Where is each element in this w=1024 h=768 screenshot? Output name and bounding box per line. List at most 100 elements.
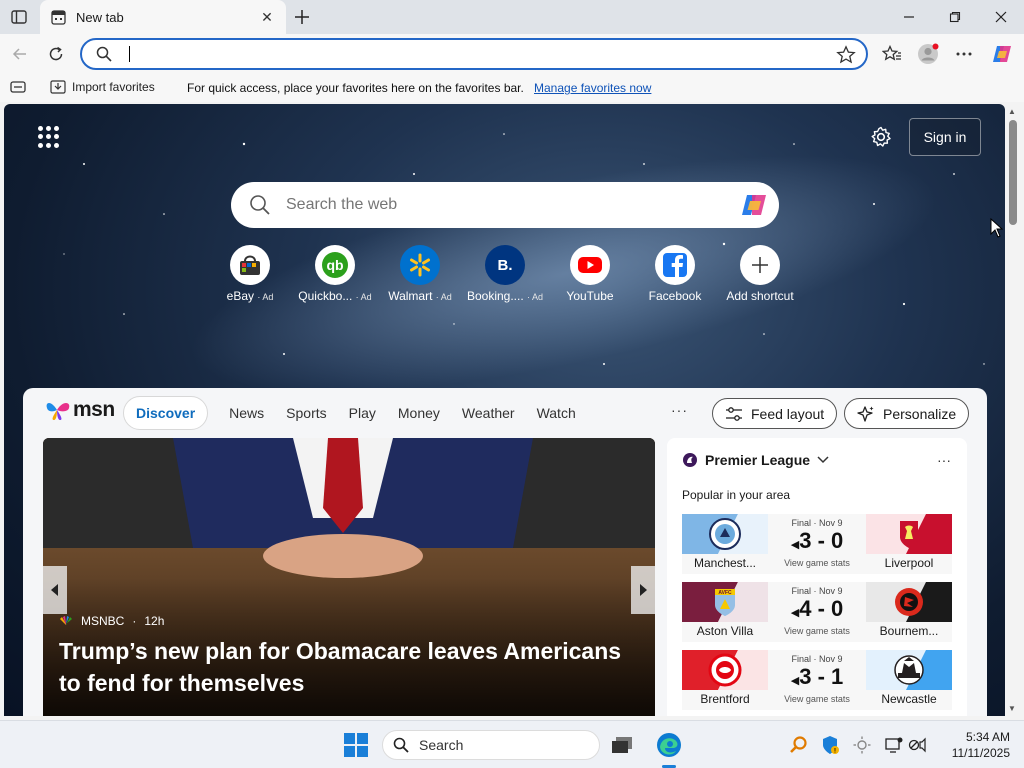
copilot-button[interactable]	[990, 42, 1014, 66]
tab-actions-icon	[11, 10, 27, 24]
taskbar-task-view[interactable]	[608, 731, 636, 759]
away-team-name: Liverpool	[884, 556, 934, 570]
svg-text:B.: B.	[498, 257, 513, 274]
back-button[interactable]	[8, 42, 32, 66]
search-icon	[393, 737, 409, 753]
personalize-button[interactable]: Personalize	[844, 398, 970, 429]
taskbar-search-box[interactable]: Search	[382, 730, 600, 760]
profile-avatar-icon	[918, 43, 939, 64]
tab-news[interactable]: News	[218, 396, 275, 430]
shortcut-label: Add shortcut	[726, 289, 794, 303]
hero-next-button[interactable]	[631, 566, 655, 614]
scroll-down-arrow-icon[interactable]: ▼	[1008, 704, 1016, 713]
profile-button[interactable]	[916, 42, 940, 66]
tab-money[interactable]: Money	[387, 396, 451, 430]
hero-story-card[interactable]: MSNBC · 12h Trump’s new plan for Obamaca…	[43, 438, 655, 716]
view-game-stats-link[interactable]: View game stats	[768, 694, 866, 704]
page-settings-gear-icon[interactable]	[870, 126, 892, 148]
sparkle-star-icon	[857, 405, 874, 422]
plus-icon	[740, 245, 780, 285]
more-horizontal-icon	[956, 52, 972, 56]
msn-butterfly-icon	[46, 403, 70, 420]
shortcut-quickbooks[interactable]: qb Quickbo... · Ad	[293, 245, 377, 303]
feed-layout-button[interactable]: Feed layout	[712, 398, 838, 429]
taskbar-edge[interactable]	[655, 731, 683, 759]
apps-launcher-icon[interactable]	[38, 126, 60, 148]
view-game-stats-link[interactable]: View game stats	[768, 558, 866, 568]
settings-and-more-button[interactable]	[952, 42, 976, 66]
view-game-stats-link[interactable]: View game stats	[768, 626, 866, 636]
svg-text:qb: qb	[326, 257, 343, 273]
refresh-button[interactable]	[44, 42, 68, 66]
favorites-bar-toggle-icon[interactable]	[10, 80, 26, 97]
web-search-box[interactable]: Search the web	[231, 182, 779, 228]
sports-scores-card: Premier League ··· Popular in your area …	[667, 438, 967, 716]
address-bar[interactable]	[80, 38, 868, 70]
task-view-icon	[612, 737, 632, 753]
feed-nav-more-button[interactable]: ···	[671, 402, 688, 418]
minimize-button[interactable]	[886, 0, 932, 34]
restore-button[interactable]	[932, 0, 978, 34]
add-shortcut-button[interactable]: Add shortcut	[718, 245, 802, 303]
match-row[interactable]: Brentford Final · Nov 9 ◀3 - 1 View game…	[682, 650, 952, 710]
scrollbar-thumb[interactable]	[1009, 120, 1017, 225]
favorites-button[interactable]	[880, 42, 904, 66]
msn-feed: msn Discover News Sports Play Money Weat…	[23, 388, 987, 716]
add-favorite-star-icon[interactable]	[836, 45, 856, 68]
tab-new-tab[interactable]: New tab ✕	[40, 0, 286, 34]
liverpool-crest-icon	[900, 521, 918, 548]
tray-display-icon[interactable]	[884, 735, 904, 755]
tray-brightness-icon[interactable]	[852, 735, 872, 755]
league-name: Premier League	[705, 452, 811, 468]
start-button-windows-icon[interactable]	[344, 733, 368, 757]
league-selector[interactable]: Premier League	[682, 452, 829, 468]
tab-sports[interactable]: Sports	[275, 396, 337, 430]
text-caret	[129, 46, 130, 62]
chevron-down-icon	[817, 456, 829, 464]
import-favorites-button[interactable]: Import favorites	[50, 80, 155, 94]
separator: ·	[132, 614, 137, 628]
tab-play[interactable]: Play	[338, 396, 387, 430]
tab-watch[interactable]: Watch	[526, 396, 587, 430]
score-value: 3 - 0	[799, 528, 844, 553]
match-row[interactable]: Manchest... Final · Nov 9 ◀3 - 0 View ga…	[682, 514, 952, 574]
sign-in-button[interactable]: Sign in	[909, 118, 981, 156]
tab-weather[interactable]: Weather	[451, 396, 526, 430]
close-window-button[interactable]	[978, 0, 1024, 34]
score-value: 3 - 1	[799, 664, 844, 689]
new-tab-button[interactable]	[290, 5, 314, 29]
msn-logo[interactable]: msn	[45, 398, 115, 422]
home-team: Manchest...	[682, 514, 768, 574]
home-team-name: Aston Villa	[696, 624, 754, 638]
match-row[interactable]: AVFC Aston Villa Final · Nov 9 ◀4 - 0 Vi…	[682, 582, 952, 642]
shortcut-ebay[interactable]: eBay · Ad	[208, 245, 292, 303]
copilot-search-icon[interactable]	[739, 190, 769, 223]
taskbar-clock[interactable]: 5:34 AM 11/11/2025	[940, 729, 1010, 761]
tab-discover[interactable]: Discover	[123, 396, 209, 430]
shortcut-walmart[interactable]: Walmart · Ad	[378, 245, 462, 303]
edge-browser-icon	[657, 733, 681, 757]
shortcut-facebook[interactable]: Facebook	[633, 245, 717, 303]
svg-text:!: !	[834, 749, 836, 755]
manage-favorites-link[interactable]: Manage favorites now	[534, 81, 651, 95]
booking-icon: B.	[485, 245, 525, 285]
tray-search-app-icon[interactable]	[788, 735, 808, 755]
home-team: AVFC Aston Villa	[682, 582, 768, 642]
hero-prev-button[interactable]	[43, 566, 67, 614]
new-tab-favicon-icon	[50, 9, 66, 25]
svg-text:AVFC: AVFC	[718, 590, 732, 596]
shortcut-booking[interactable]: B. Booking.... · Ad	[463, 245, 547, 303]
close-tab-icon[interactable]: ✕	[258, 8, 276, 26]
brentford-crest-icon	[708, 653, 742, 687]
tray-security-shield-icon[interactable]: !	[820, 735, 840, 755]
shortcut-youtube[interactable]: YouTube	[548, 245, 632, 303]
page-scrollbar[interactable]: ▲ ▼	[1006, 104, 1020, 716]
hero-headline[interactable]: Trump’s new plan for Obamacare leaves Am…	[59, 635, 649, 699]
match-result: Final · Nov 9 ◀3 - 0 View game stats	[768, 514, 866, 574]
new-tab-page: Sign in Search the web eBay · Ad qb Quic…	[4, 104, 1005, 716]
tray-network-volume-icon[interactable]	[908, 735, 928, 755]
sports-card-more-button[interactable]: ···	[937, 452, 951, 468]
scroll-up-arrow-icon[interactable]: ▲	[1008, 107, 1016, 116]
facebook-icon	[655, 245, 695, 285]
tab-actions-button[interactable]	[8, 7, 30, 27]
